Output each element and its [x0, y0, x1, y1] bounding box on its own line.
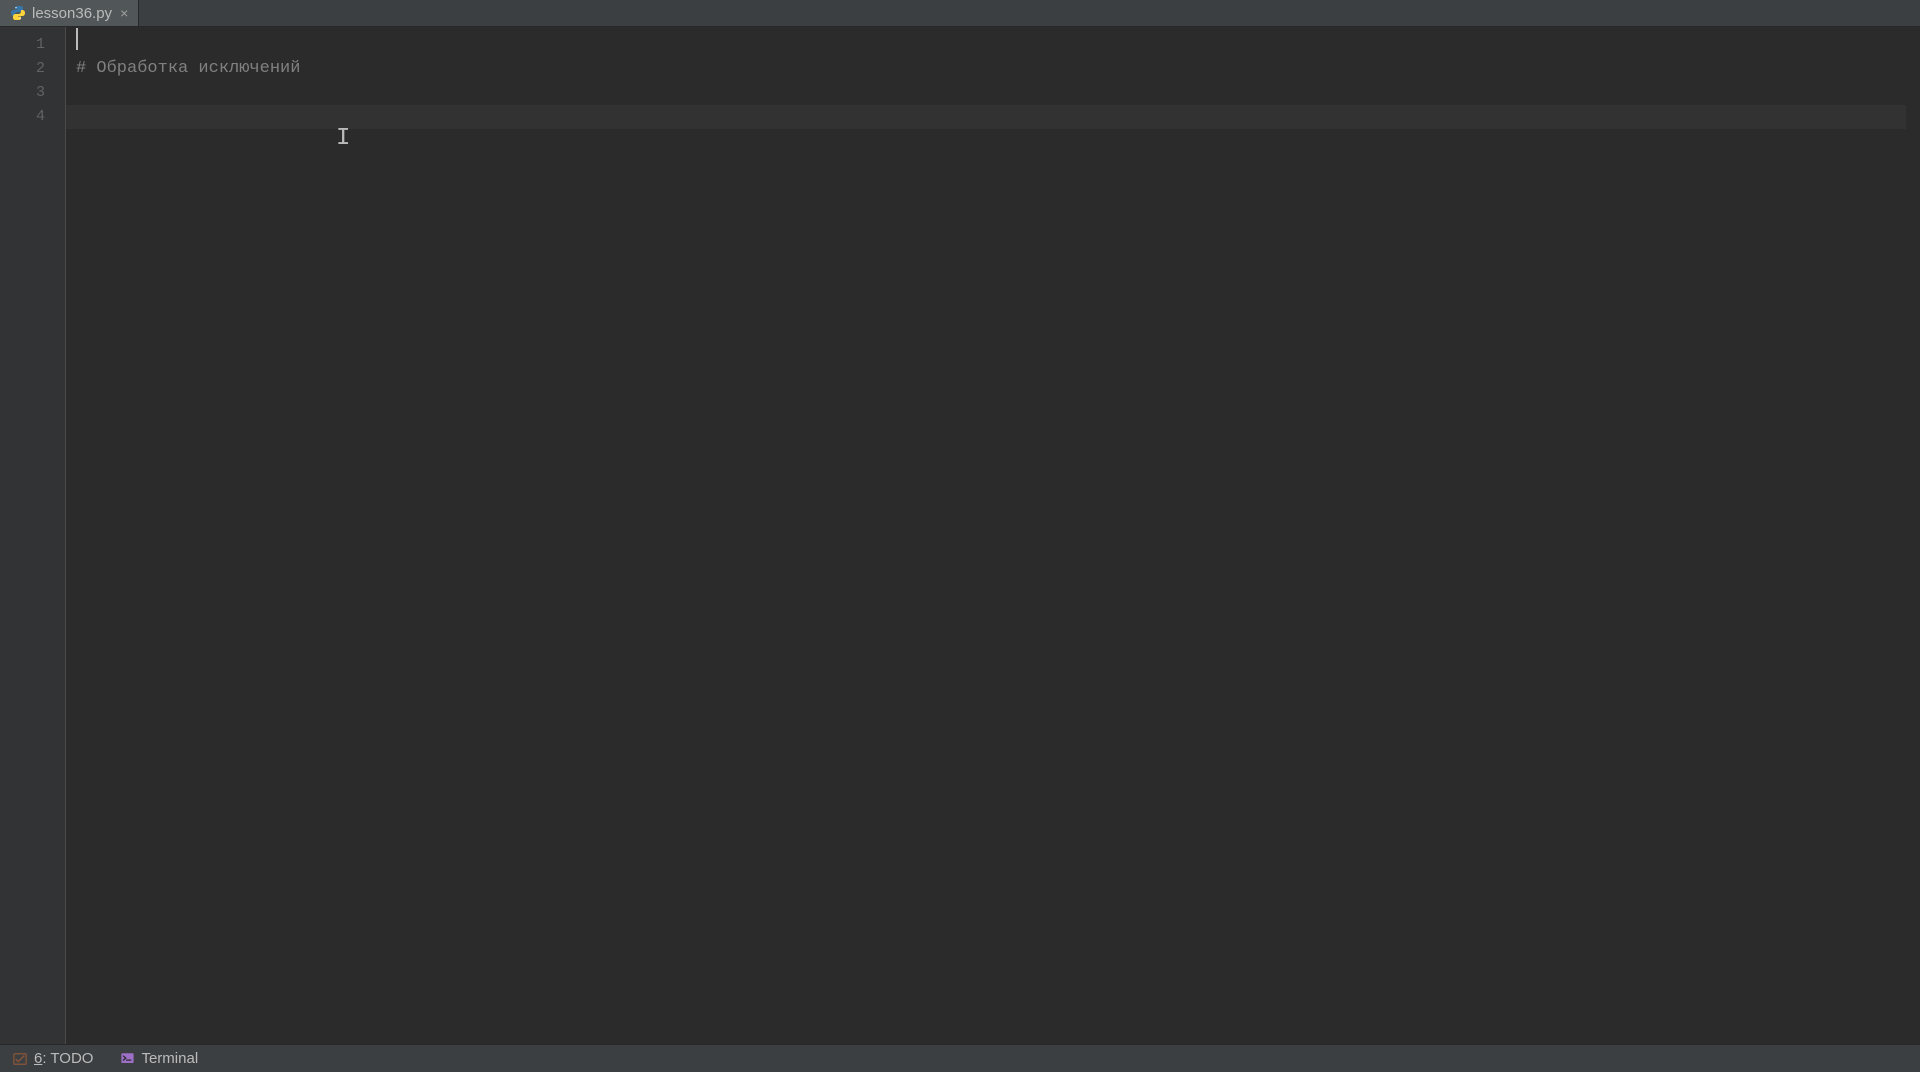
todo-icon: [12, 1051, 28, 1067]
close-tab-icon[interactable]: ×: [118, 6, 130, 20]
code-line: [66, 33, 1906, 57]
text-caret: [76, 28, 78, 50]
line-number: 4: [0, 105, 65, 129]
code-line: # Обработка исключений: [66, 57, 1906, 81]
line-number: 1: [0, 33, 65, 57]
file-tab-lesson36[interactable]: lesson36.py ×: [0, 0, 139, 26]
terminal-tool-button[interactable]: Terminal: [115, 1048, 202, 1069]
todo-tool-button[interactable]: 6: TODO: [8, 1048, 97, 1069]
code-editor[interactable]: # Обработка исключений I: [66, 27, 1906, 1044]
python-file-icon: [10, 5, 26, 21]
ibeam-cursor-icon: I: [336, 127, 350, 151]
line-number-gutter[interactable]: 1 2 3 4: [0, 27, 66, 1044]
tool-window-bar: 6: TODO Terminal: [0, 1044, 1920, 1072]
editor-area: 1 2 3 4 # Обработка исключений I: [0, 27, 1920, 1044]
editor-right-strip: [1906, 27, 1920, 1044]
comment-text: # Обработка исключений: [76, 59, 300, 78]
todo-label: 6: TODO: [34, 1050, 93, 1067]
file-tab-label: lesson36.py: [32, 5, 112, 22]
code-line: [66, 81, 1906, 105]
code-line-current: [66, 105, 1906, 129]
terminal-label: Terminal: [141, 1050, 198, 1067]
terminal-icon: [119, 1051, 135, 1067]
line-number: 3: [0, 81, 65, 105]
line-number: 2: [0, 57, 65, 81]
editor-tab-bar: lesson36.py ×: [0, 0, 1920, 27]
